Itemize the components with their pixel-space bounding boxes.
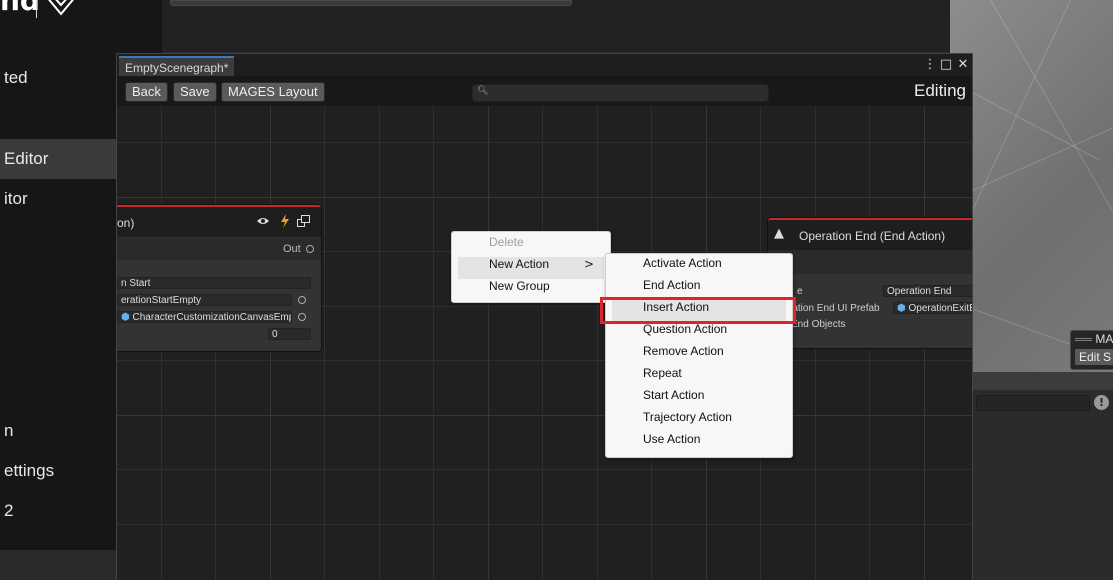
mages-overlay: ══ MAG Edit S [1070,330,1113,370]
menu-item-delete[interactable]: Delete [458,235,604,257]
end-node-ports: n [768,250,972,274]
start-node-canvas-field[interactable]: ⬢ CharacterCustomizationCanvasEmpt [117,311,292,323]
start-node-name-field[interactable]: n Start [117,277,311,289]
end-node-row2-label: ration End UI Prefab [789,303,880,314]
overlay-title-text: MAG [1095,332,1113,346]
out-port-label: Out [283,243,301,255]
start-node-title: on) [117,216,135,230]
canvas-field-text: CharacterCustomizationCanvasEmpt [132,312,292,323]
scenegraph-window: EmptyScenegraph* ⋮ □ ✕ Back Save MAGES L… [116,53,973,580]
prefab-icon: ⬢ [897,303,909,314]
mages-layout-button[interactable]: MAGES Layout [221,82,325,102]
sidebar-item-settings[interactable]: ettings [0,461,54,481]
end-node-row3-label: End Objects [791,319,846,330]
eye-icon[interactable] [256,216,270,226]
sidebar-item-editor[interactable]: itor [0,189,28,209]
node-settings-icon[interactable] [297,215,310,227]
submenu-item-remove-action[interactable]: Remove Action [612,344,786,366]
chevron-right-icon: > [583,257,594,271]
submenu-item-question-action[interactable]: Question Action [612,322,786,344]
end-node-title: Operation End (End Action) [799,229,946,243]
graph-search-input[interactable]: 🔍︎ [472,84,769,102]
search-icon: 🔍︎ [477,86,489,96]
end-node-name-field[interactable]: Operation End [883,285,972,297]
overlay-title: ══ MAG [1075,332,1113,346]
menu-item-new-action[interactable]: New Action > [458,257,604,279]
submenu-item-activate-action[interactable]: Activate Action [612,256,786,278]
edit-scene-button[interactable]: Edit S [1075,349,1113,365]
sidebar-item-label: itor [4,189,28,208]
save-button[interactable]: Save [173,82,217,102]
maximize-icon[interactable]: □ [939,57,953,72]
window-toolbar: Back Save MAGES Layout 🔍︎ Editing [117,76,972,106]
window-tabbar: EmptyScenegraph* ⋮ □ ✕ [117,54,972,76]
sidebar-item-label: Editor [4,149,49,168]
object-picker-icon[interactable] [298,296,306,304]
out-port[interactable] [306,245,314,253]
logo-divider [36,0,37,18]
logo-icon [48,0,74,16]
context-menu: Delete New Action > New Group [451,231,611,303]
submenu-item-use-action[interactable]: Use Action [612,432,786,454]
lightning-icon[interactable] [280,214,290,228]
sidebar-item-label: ted [4,68,28,87]
end-node-row1-label: e [797,286,803,297]
top-panel [162,0,950,52]
console-panel: ! [972,372,1113,580]
highlight-box [600,297,796,324]
start-node-header: on) [117,205,321,237]
console-header [972,372,1113,390]
sidebar-item-n[interactable]: n [0,421,13,441]
sidebar-item-2[interactable]: 2 [0,501,13,521]
prefab-icon: ⬢ [121,312,133,323]
object-picker-icon[interactable] [298,313,306,321]
sidebar-item-scenegraph-editor[interactable]: Editor [0,139,116,179]
start-node-number-field[interactable]: 0 [268,328,311,340]
collapse-icon[interactable]: ▲ [774,226,784,241]
sidebar-item-getting-started[interactable]: ted [0,68,28,88]
back-button[interactable]: Back [125,82,168,102]
prefab-field-text: OperationExitE [908,303,972,314]
start-node-ports: Out [117,238,321,260]
mode-label: Editing [914,81,966,100]
tab-empty-scenegraph[interactable]: EmptyScenegraph* [119,56,235,76]
menu-item-label: New Action [489,257,550,271]
more-menu-icon[interactable]: ⋮ [923,57,937,72]
top-panel-bar [170,0,572,6]
menu-item-new-group[interactable]: New Group [458,279,604,301]
help-icon[interactable]: ! [1094,395,1109,410]
console-search-input[interactable] [976,395,1090,411]
close-icon[interactable]: ✕ [956,57,970,72]
submenu-item-trajectory-action[interactable]: Trajectory Action [612,410,786,432]
new-action-submenu: Activate Action End Action Insert Action… [605,253,793,458]
end-action-node[interactable]: ▲ Operation End (End Action) n e Operati… [768,218,972,348]
end-node-header: ▲ Operation End (End Action) [768,218,972,250]
sidebar-item-label: ettings [4,461,55,480]
submenu-item-start-action[interactable]: Start Action [612,388,786,410]
scene-view[interactable] [950,0,1113,372]
submenu-item-repeat[interactable]: Repeat [612,366,786,388]
start-action-node[interactable]: on) Out n Start erationStartEmpty ⬢ Char… [117,205,321,351]
sidebar-item-label: 2 [4,501,14,520]
end-node-prefab-field[interactable]: ⬢ OperationExitE [893,302,972,314]
start-node-scene-field[interactable]: erationStartEmpty [117,294,292,306]
logo-text: nd [0,0,40,17]
graph-canvas[interactable]: on) Out n Start erationStartEmpty ⬢ Char… [117,106,972,580]
sidebar-item-label: n [4,421,14,440]
